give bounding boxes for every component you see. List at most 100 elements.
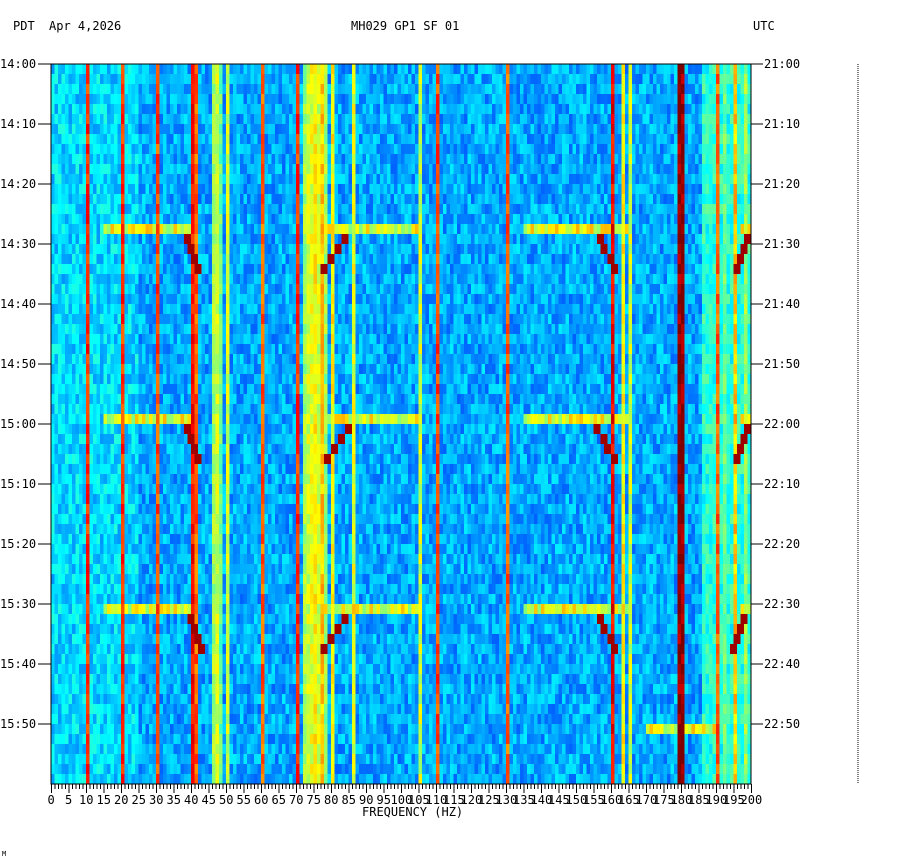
- heatmap-cell: [261, 174, 265, 185]
- heatmap-cell: [355, 74, 360, 85]
- heatmap-cell: [733, 184, 738, 195]
- heatmap-cell: [394, 104, 398, 115]
- heatmap-cell: [723, 294, 727, 305]
- heatmap-cell: [702, 234, 706, 245]
- heatmap-cell: [457, 124, 461, 135]
- heatmap-cell: [464, 304, 468, 315]
- heatmap-cell: [436, 74, 440, 85]
- heatmap-cell: [110, 204, 115, 215]
- heatmap-cell: [684, 154, 689, 165]
- heatmap-cell: [159, 224, 164, 235]
- heatmap-cell: [502, 74, 507, 85]
- heatmap-cell: [271, 214, 276, 225]
- heatmap-cell: [411, 134, 416, 145]
- heatmap-cell: [247, 204, 251, 215]
- heatmap-cell: [82, 284, 87, 295]
- heatmap-cell: [117, 64, 122, 75]
- heatmap-cell: [464, 194, 468, 205]
- heatmap-cell: [345, 144, 349, 155]
- heatmap-cell: [369, 84, 374, 95]
- heatmap-cell: [359, 174, 363, 185]
- heatmap-cell: [289, 274, 293, 285]
- heatmap-cell: [250, 234, 255, 245]
- heatmap-cell: [716, 304, 720, 315]
- heatmap-cell: [506, 294, 510, 305]
- heatmap-cell: [544, 304, 549, 315]
- heatmap-cell: [173, 194, 178, 205]
- heatmap-cell: [439, 294, 444, 305]
- heatmap-cell: [569, 124, 573, 135]
- heatmap-cell: [418, 294, 423, 305]
- heatmap-cell: [530, 104, 535, 115]
- heatmap-cell: [653, 214, 657, 225]
- heatmap-cell: [100, 244, 104, 255]
- heatmap-cell: [492, 184, 496, 195]
- heatmap-cell: [506, 144, 510, 155]
- heatmap-cell: [744, 264, 748, 275]
- heatmap-cell: [611, 124, 615, 135]
- heatmap-cell: [488, 154, 493, 165]
- heatmap-cell: [327, 144, 332, 155]
- heatmap-cell: [107, 284, 111, 295]
- heatmap-cell: [236, 274, 241, 285]
- heatmap-cell: [296, 174, 300, 185]
- heatmap-cell: [467, 64, 472, 75]
- heatmap-cell: [229, 304, 234, 315]
- heatmap-cell: [565, 204, 570, 215]
- heatmap-cell: [121, 164, 125, 175]
- heatmap-cell: [107, 274, 111, 285]
- heatmap-cell: [313, 64, 318, 75]
- heatmap-cell: [453, 254, 458, 265]
- heatmap-cell: [268, 304, 272, 315]
- heatmap-cell: [642, 94, 647, 105]
- heatmap-cell: [579, 184, 584, 195]
- heatmap-cell: [625, 184, 629, 195]
- heatmap-cell: [250, 204, 255, 215]
- heatmap-cell: [397, 234, 402, 245]
- heatmap-cell: [341, 214, 346, 225]
- heatmap-cell: [670, 234, 675, 245]
- heatmap-cell: [149, 164, 153, 175]
- heatmap-cell: [712, 304, 717, 315]
- heatmap-cell: [107, 194, 111, 205]
- heatmap-cell: [621, 304, 626, 315]
- heatmap-cell: [649, 304, 654, 315]
- heatmap-cell: [719, 114, 724, 125]
- heatmap-cell: [418, 264, 423, 275]
- heatmap-cell: [173, 294, 178, 305]
- heatmap-cell: [730, 214, 734, 225]
- heatmap-cell: [422, 204, 426, 215]
- heatmap-cell: [453, 74, 458, 85]
- heatmap-cell: [254, 194, 258, 205]
- heatmap-cell: [695, 164, 699, 175]
- heatmap-cell: [296, 304, 300, 315]
- heatmap-cell: [730, 254, 734, 265]
- heatmap-cell: [618, 134, 622, 145]
- heatmap-cell: [579, 114, 584, 125]
- heatmap-cell: [376, 114, 381, 125]
- heatmap-cell: [520, 144, 524, 155]
- heatmap-cell: [117, 74, 122, 85]
- heatmap-cell: [215, 194, 220, 205]
- heatmap-cell: [72, 214, 76, 225]
- heatmap-cell: [597, 84, 601, 95]
- heatmap-cell: [660, 254, 664, 265]
- heatmap-cell: [191, 254, 195, 265]
- heatmap-cell: [614, 84, 619, 95]
- heatmap-cell: [656, 104, 661, 115]
- heatmap-cell: [271, 174, 276, 185]
- heatmap-cell: [460, 234, 465, 245]
- heatmap-cell: [614, 294, 619, 305]
- heatmap-cell: [492, 204, 496, 215]
- heatmap-cell: [646, 144, 650, 155]
- heatmap-cell: [415, 114, 419, 125]
- heatmap-cell: [163, 74, 167, 85]
- heatmap-cell: [506, 104, 510, 115]
- heatmap-cell: [240, 84, 244, 95]
- heatmap-cell: [89, 284, 94, 295]
- heatmap-cell: [618, 194, 622, 205]
- heatmap-cell: [159, 164, 164, 175]
- heatmap-cell: [408, 204, 412, 215]
- heatmap-cell: [597, 104, 601, 115]
- heatmap-cell: [138, 234, 143, 245]
